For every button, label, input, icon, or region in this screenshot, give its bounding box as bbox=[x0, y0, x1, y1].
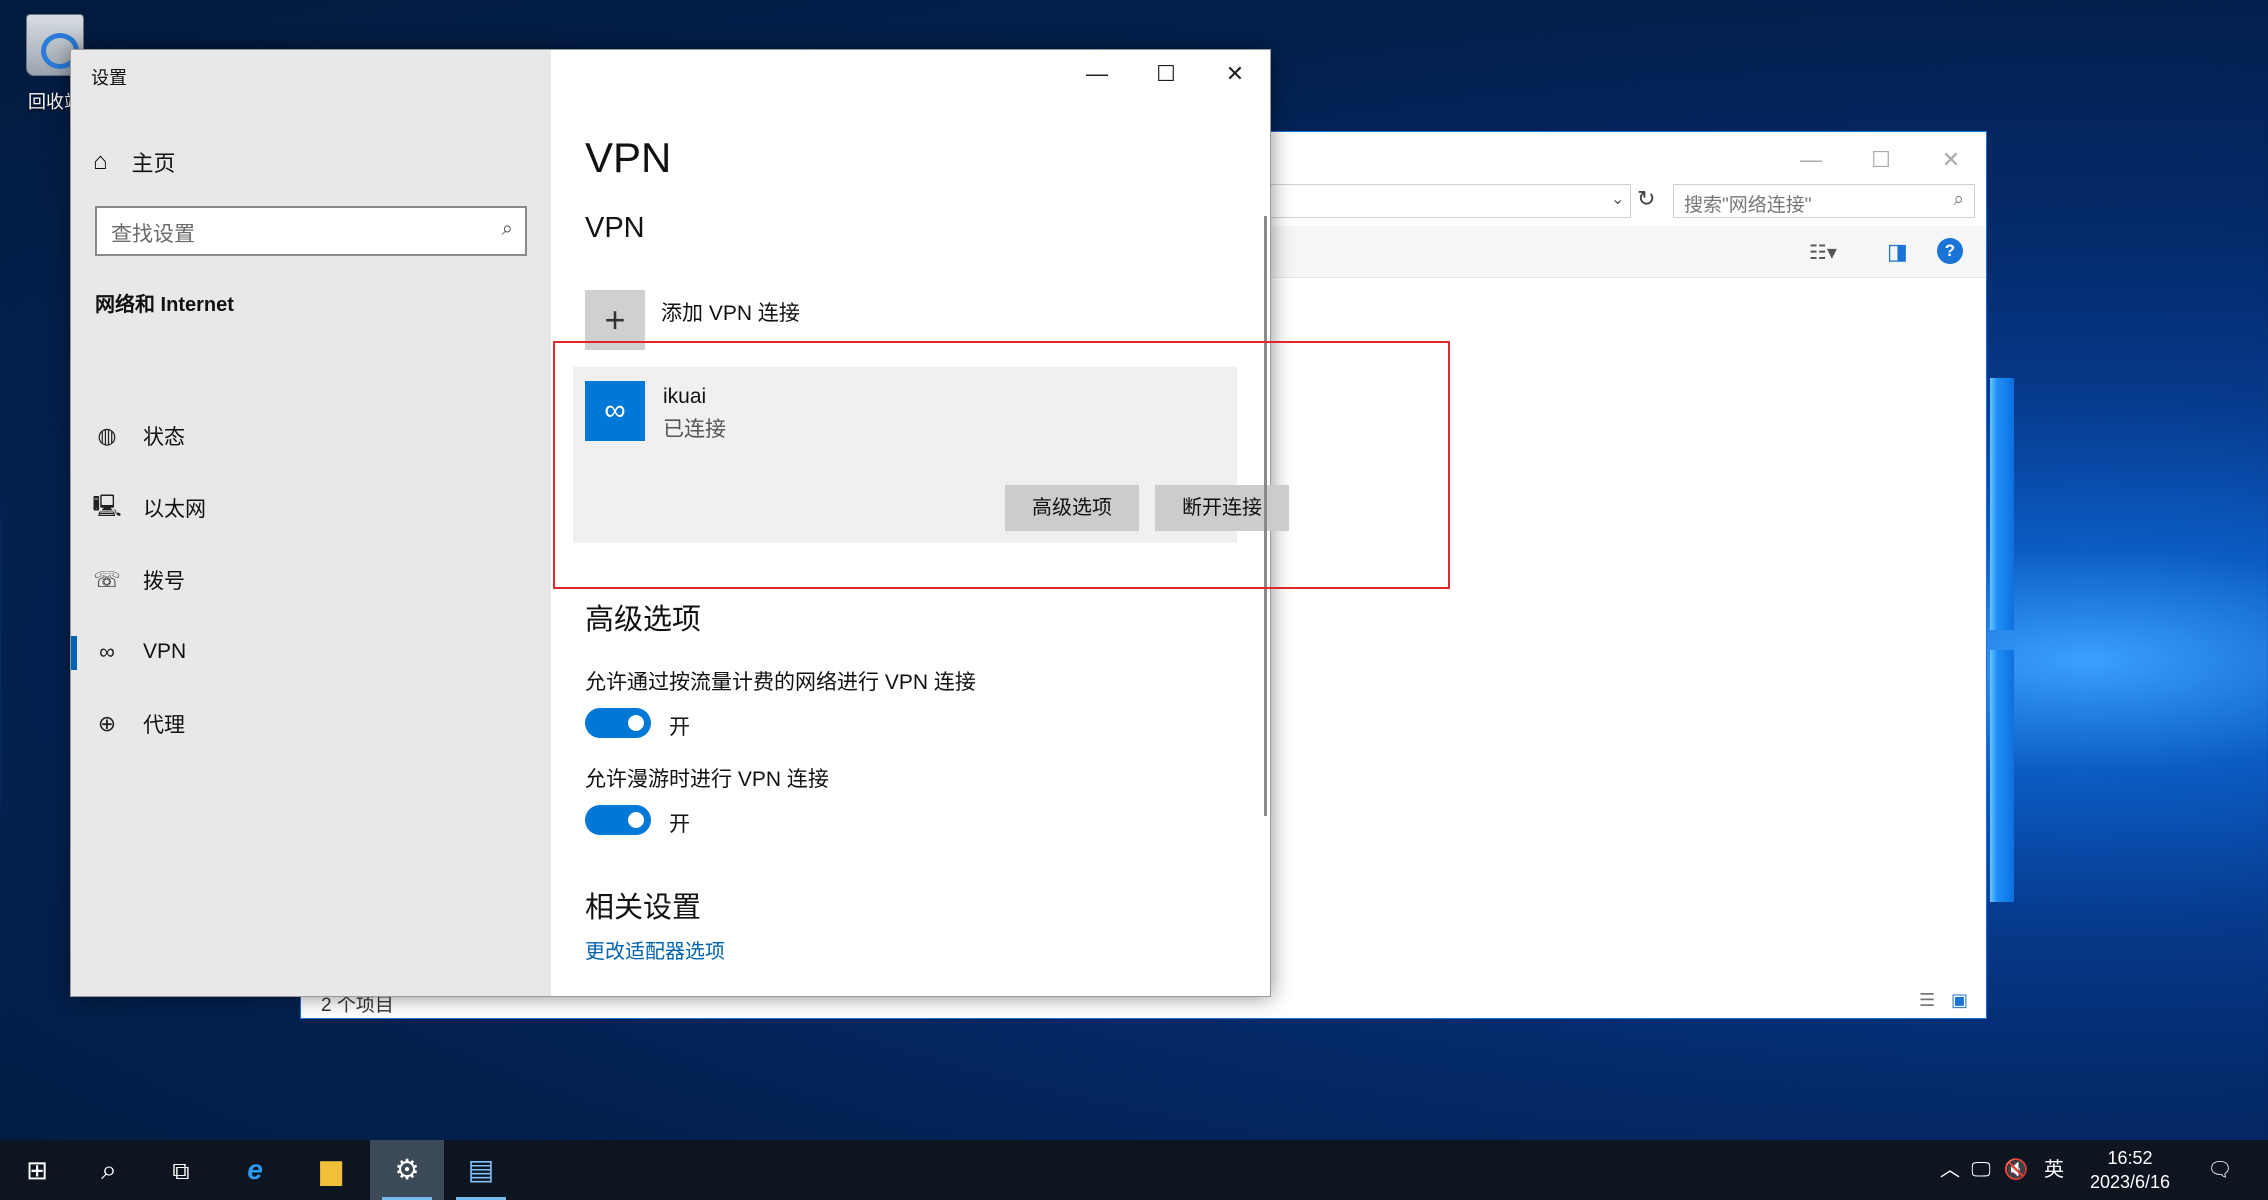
refresh-icon[interactable]: ↻ bbox=[1637, 186, 1655, 212]
explorer-maximize-button[interactable]: ☐ bbox=[1851, 140, 1911, 180]
advanced-options-heading: 高级选项 bbox=[585, 604, 702, 636]
change-adapter-options-link[interactable]: 更改适配器选项 bbox=[585, 935, 725, 964]
minimize-button[interactable]: — bbox=[1063, 50, 1131, 98]
details-view-icon[interactable]: ☰ bbox=[1919, 990, 1935, 1011]
sidebar-item-home[interactable]: ⌂ 主页 bbox=[93, 142, 176, 182]
home-label: 主页 bbox=[131, 151, 176, 176]
folder-icon: ▆ bbox=[320, 1154, 342, 1185]
clock-time: 16:52 bbox=[2107, 1148, 2153, 1168]
show-hidden-icons-button[interactable]: ︿ bbox=[1936, 1140, 1964, 1200]
search-icon: ⌕ bbox=[1953, 189, 1964, 210]
volume-tray-button[interactable]: 🔇 bbox=[1998, 1140, 2034, 1200]
wallpaper-logo-pane bbox=[1990, 378, 2014, 630]
taskbar-internet-explorer[interactable]: e bbox=[218, 1140, 292, 1200]
task-view-button[interactable]: ⧉ bbox=[144, 1140, 218, 1200]
settings-search-placeholder: 查找设置 bbox=[111, 223, 195, 246]
sidebar-category-heading: 网络和 Internet bbox=[95, 294, 234, 316]
taskbar-network-connections[interactable]: ▤ bbox=[444, 1140, 518, 1200]
page-title: VPN bbox=[585, 134, 672, 181]
sidebar-item-label: 以太网 bbox=[143, 498, 206, 521]
home-icon: ⌂ bbox=[93, 148, 108, 175]
explorer-search-placeholder: 搜索"网络连接" bbox=[1684, 195, 1812, 216]
roaming-toggle[interactable] bbox=[585, 805, 651, 835]
section-vpn-heading: VPN bbox=[585, 212, 645, 244]
search-icon: ⌕ bbox=[501, 218, 513, 240]
network-tray-button[interactable]: 🖵 bbox=[1966, 1140, 1996, 1200]
notification-icon: 🗨 bbox=[2207, 1159, 2233, 1181]
taskbar-clock[interactable]: 16:52 2023/6/16 bbox=[2060, 1146, 2200, 1194]
sidebar-item-label: 状态 bbox=[143, 426, 185, 449]
network-icon: 🖵 bbox=[1971, 1159, 1991, 1181]
clock-date: 2023/6/16 bbox=[2089, 1172, 2171, 1192]
explorer-close-button[interactable]: ✕ bbox=[1921, 140, 1981, 180]
large-icons-view-icon[interactable]: ▣ bbox=[1951, 990, 1968, 1011]
roaming-state: 开 bbox=[669, 813, 690, 836]
sidebar-item-label: VPN bbox=[143, 640, 187, 663]
settings-search-input[interactable]: 查找设置 ⌕ bbox=[95, 206, 527, 256]
internet-explorer-icon: e bbox=[247, 1154, 263, 1185]
related-settings-heading: 相关设置 bbox=[585, 892, 702, 924]
globe-status-icon: ◍ bbox=[97, 423, 117, 448]
view-options-icon[interactable]: ☷▾ bbox=[1809, 240, 1837, 265]
taskbar-settings[interactable]: ⚙ bbox=[370, 1140, 444, 1200]
search-button[interactable]: ⌕ bbox=[72, 1140, 146, 1200]
metered-network-state: 开 bbox=[669, 716, 690, 739]
volume-muted-icon: 🔇 bbox=[2003, 1159, 2029, 1181]
highlight-box bbox=[553, 341, 1450, 589]
start-button[interactable]: ⊞ bbox=[0, 1140, 74, 1200]
sidebar-item-ethernet[interactable]: 🖳 以太网 bbox=[71, 483, 551, 533]
gear-icon: ⚙ bbox=[394, 1154, 420, 1185]
action-center-button[interactable]: 🗨 bbox=[2200, 1140, 2240, 1200]
settings-sidebar: 设置 ⌂ 主页 查找设置 ⌕ 网络和 Internet ◍ 状态 🖳 以太网 ☏… bbox=[71, 50, 551, 996]
maximize-button[interactable]: ☐ bbox=[1132, 50, 1200, 98]
window-title: 设置 bbox=[91, 68, 127, 88]
metered-network-label: 允许通过按流量计费的网络进行 VPN 连接 bbox=[585, 671, 976, 694]
dialup-icon: ☏ bbox=[93, 567, 121, 592]
roaming-label: 允许漫游时进行 VPN 连接 bbox=[585, 768, 829, 791]
sidebar-item-dialup[interactable]: ☏ 拨号 bbox=[71, 555, 551, 605]
sidebar-item-proxy[interactable]: ⊕ 代理 bbox=[71, 699, 551, 749]
taskbar: ⊞ ⌕ ⧉ e ▆ ⚙ ▤ ︿ 🖵 🔇 英 16:52 2023/6/16 🗨 bbox=[0, 1140, 2268, 1200]
globe-icon: ⊕ bbox=[97, 711, 117, 736]
add-vpn-label: 添加 VPN 连接 bbox=[661, 302, 800, 325]
sidebar-item-label: 拨号 bbox=[143, 570, 185, 593]
sidebar-item-label: 代理 bbox=[143, 714, 185, 737]
ethernet-icon: 🖳 bbox=[92, 493, 122, 518]
explorer-search-input[interactable]: 搜索"网络连接" ⌕ bbox=[1673, 184, 1975, 218]
close-button[interactable]: ✕ bbox=[1201, 50, 1269, 98]
network-connections-icon: ▤ bbox=[467, 1154, 495, 1185]
task-view-icon: ⧉ bbox=[172, 1158, 190, 1185]
help-icon[interactable]: ? bbox=[1937, 238, 1963, 264]
preview-pane-icon[interactable]: ◨ bbox=[1887, 239, 1908, 265]
sidebar-item-status[interactable]: ◍ 状态 bbox=[71, 411, 551, 461]
explorer-minimize-button[interactable]: — bbox=[1781, 140, 1841, 180]
wallpaper-logo-pane bbox=[1990, 650, 2014, 902]
vpn-icon: ∞ bbox=[99, 639, 115, 664]
sidebar-item-vpn[interactable]: ∞ VPN bbox=[71, 627, 551, 677]
chevron-up-icon: ︿ bbox=[1940, 1159, 1960, 1181]
search-icon: ⌕ bbox=[101, 1154, 117, 1185]
windows-logo-icon: ⊞ bbox=[26, 1155, 48, 1185]
metered-network-toggle[interactable] bbox=[585, 708, 651, 738]
chevron-down-icon[interactable]: ⌄ bbox=[1611, 189, 1624, 209]
taskbar-file-explorer[interactable]: ▆ bbox=[294, 1140, 368, 1200]
